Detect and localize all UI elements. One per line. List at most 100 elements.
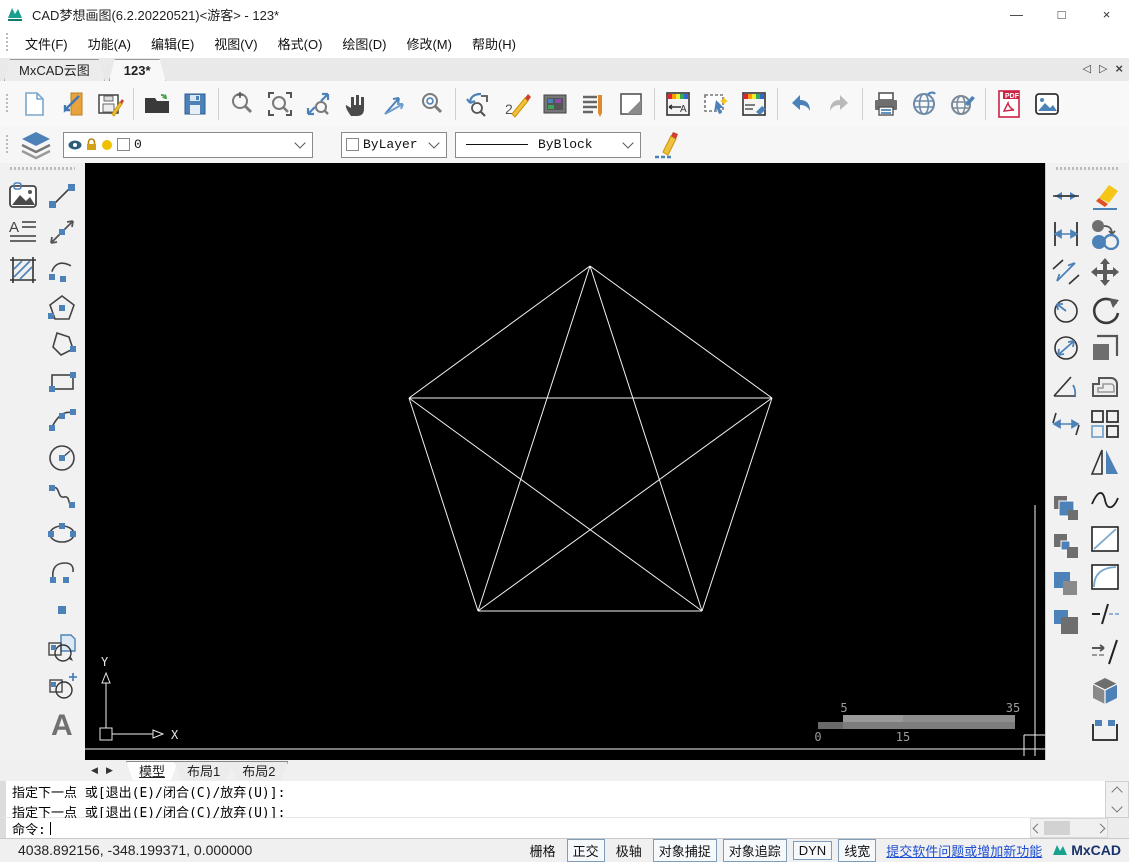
edit-spline-button[interactable] — [1088, 483, 1122, 517]
arc-start-button[interactable] — [45, 253, 79, 287]
tab-model[interactable]: 模型 — [126, 761, 178, 781]
print-button[interactable] — [870, 86, 902, 122]
order-front-button[interactable] — [1049, 491, 1083, 525]
pan-hand-button[interactable] — [340, 86, 372, 122]
save-as-button[interactable] — [179, 86, 211, 122]
rotate-button[interactable] — [1088, 293, 1122, 327]
color-select[interactable]: ByLayer — [341, 131, 447, 158]
command-history[interactable]: 指定下一点 或[退出(E)/闭合(C)/放弃(U)]: 指定下一点 或[退出(E… — [0, 781, 1105, 821]
mirror-button[interactable] — [1088, 445, 1122, 479]
dim-style-button[interactable]: A — [662, 86, 694, 122]
text-lines-button[interactable] — [577, 86, 609, 122]
minimize-button[interactable]: — — [994, 0, 1039, 28]
tab-scroll-right-icon[interactable]: ▷ — [1099, 62, 1107, 75]
color-dropdown-chevron[interactable] — [428, 136, 440, 149]
view-previous-button[interactable] — [463, 86, 495, 122]
toggle-otrack[interactable]: 对象追踪 — [722, 838, 787, 862]
block-insert-button[interactable] — [45, 631, 79, 665]
chamfer-button[interactable] — [1088, 521, 1122, 555]
order-below-button[interactable] — [1049, 605, 1083, 639]
dim-diameter-button[interactable] — [1049, 331, 1083, 365]
tab-current-drawing[interactable]: 123* — [109, 59, 166, 81]
rectangle-button[interactable] — [45, 365, 79, 399]
lefttools-grip[interactable] — [10, 167, 75, 170]
dim-linear-button[interactable] — [1049, 217, 1083, 251]
menu-modify[interactable]: 修改(M) — [396, 30, 462, 57]
toggle-grid[interactable]: 栅格 — [525, 840, 561, 861]
offset-button[interactable] — [1088, 369, 1122, 403]
match-properties-button[interactable] — [738, 86, 770, 122]
ucs-axes-button[interactable] — [378, 86, 410, 122]
toggle-lineweight[interactable]: 线宽 — [838, 838, 877, 862]
close-button[interactable]: × — [1084, 0, 1129, 28]
command-vscrollbar[interactable] — [1105, 781, 1129, 818]
order-back-button[interactable] — [1049, 529, 1083, 563]
image-export-button[interactable] — [1031, 86, 1063, 122]
scroll-left-icon[interactable] — [1032, 823, 1043, 833]
polygon-button[interactable] — [45, 291, 79, 325]
zoom-window-button[interactable] — [264, 86, 296, 122]
menu-format[interactable]: 格式(O) — [268, 30, 333, 57]
menu-help[interactable]: 帮助(H) — [462, 30, 526, 57]
explode-button[interactable] — [1088, 673, 1122, 707]
fillet-button[interactable] — [1088, 559, 1122, 593]
hatch-button[interactable] — [6, 253, 40, 287]
layer-manager-button[interactable] — [18, 127, 54, 163]
point-button[interactable] — [45, 593, 79, 627]
scale-button[interactable] — [1088, 331, 1122, 365]
pdf-export-button[interactable]: PDF — [993, 86, 1025, 122]
break-at-point-button[interactable] — [1088, 635, 1122, 669]
construction-line-button[interactable] — [45, 215, 79, 249]
tab-layout1[interactable]: 布局1 — [174, 761, 233, 781]
linetype-select[interactable]: ByBlock — [455, 131, 641, 158]
web-edit-button[interactable] — [946, 86, 978, 122]
order-above-button[interactable] — [1049, 567, 1083, 601]
menubar-grip[interactable] — [5, 33, 9, 53]
break-button[interactable] — [1088, 597, 1122, 631]
spline-button[interactable] — [45, 479, 79, 513]
menu-edit[interactable]: 编辑(E) — [141, 30, 204, 57]
sheet-prev-icon[interactable]: ◀ — [88, 765, 101, 776]
page-setup-button[interactable] — [615, 86, 647, 122]
linetype-dropdown-chevron[interactable] — [622, 136, 634, 149]
move-button[interactable] — [1088, 255, 1122, 289]
menu-file[interactable]: 文件(F) — [15, 30, 78, 57]
save-file-button[interactable] — [94, 86, 126, 122]
circle-button[interactable] — [45, 441, 79, 475]
menu-view[interactable]: 视图(V) — [204, 30, 267, 57]
layer-select[interactable]: 0 — [63, 131, 313, 158]
zoom-center-button[interactable] — [416, 86, 448, 122]
toggle-osnap[interactable]: 对象捕捉 — [652, 838, 717, 862]
scroll-right-icon[interactable] — [1095, 823, 1106, 833]
tab-scroll-left-icon[interactable]: ◁ — [1082, 62, 1090, 75]
dim-space-button[interactable] — [1049, 179, 1083, 213]
maximize-button[interactable]: □ — [1039, 0, 1084, 28]
layerbar-grip[interactable] — [5, 134, 9, 155]
zoom-extents-button[interactable] — [302, 86, 334, 122]
single-text-button[interactable]: A — [45, 707, 79, 741]
zoom-inout-button[interactable] — [226, 86, 258, 122]
export-file-button[interactable] — [56, 86, 88, 122]
command-hscrollbar[interactable] — [1030, 818, 1108, 838]
sketch-pencil-button[interactable]: 2 — [501, 86, 533, 122]
toggle-ortho[interactable]: 正交 — [566, 838, 605, 862]
scroll-down-icon[interactable] — [1111, 801, 1123, 813]
dim-aligned-button[interactable] — [1049, 255, 1083, 289]
sheet-next-icon[interactable]: ▶ — [103, 765, 116, 776]
lineweight-pencil-button[interactable] — [649, 127, 681, 163]
open-folder-button[interactable] — [141, 86, 173, 122]
select-object-button[interactable] — [700, 86, 732, 122]
polyline-button[interactable] — [45, 327, 79, 361]
scroll-up-icon[interactable] — [1111, 786, 1123, 798]
righttools-grip[interactable] — [1056, 167, 1120, 170]
drawing-canvas[interactable]: Y X 5 35 0 15 — [85, 163, 1045, 760]
line-button[interactable] — [45, 179, 79, 213]
erase-button[interactable] — [1088, 179, 1122, 213]
dim-continue-button[interactable] — [1049, 407, 1083, 441]
web-publish-button[interactable] — [908, 86, 940, 122]
dim-radius-button[interactable] — [1049, 293, 1083, 327]
insert-image-button[interactable] — [6, 179, 40, 213]
tab-close-icon[interactable]: × — [1115, 61, 1123, 76]
command-input[interactable]: 命令: — [0, 818, 1030, 838]
new-file-button[interactable] — [18, 86, 50, 122]
